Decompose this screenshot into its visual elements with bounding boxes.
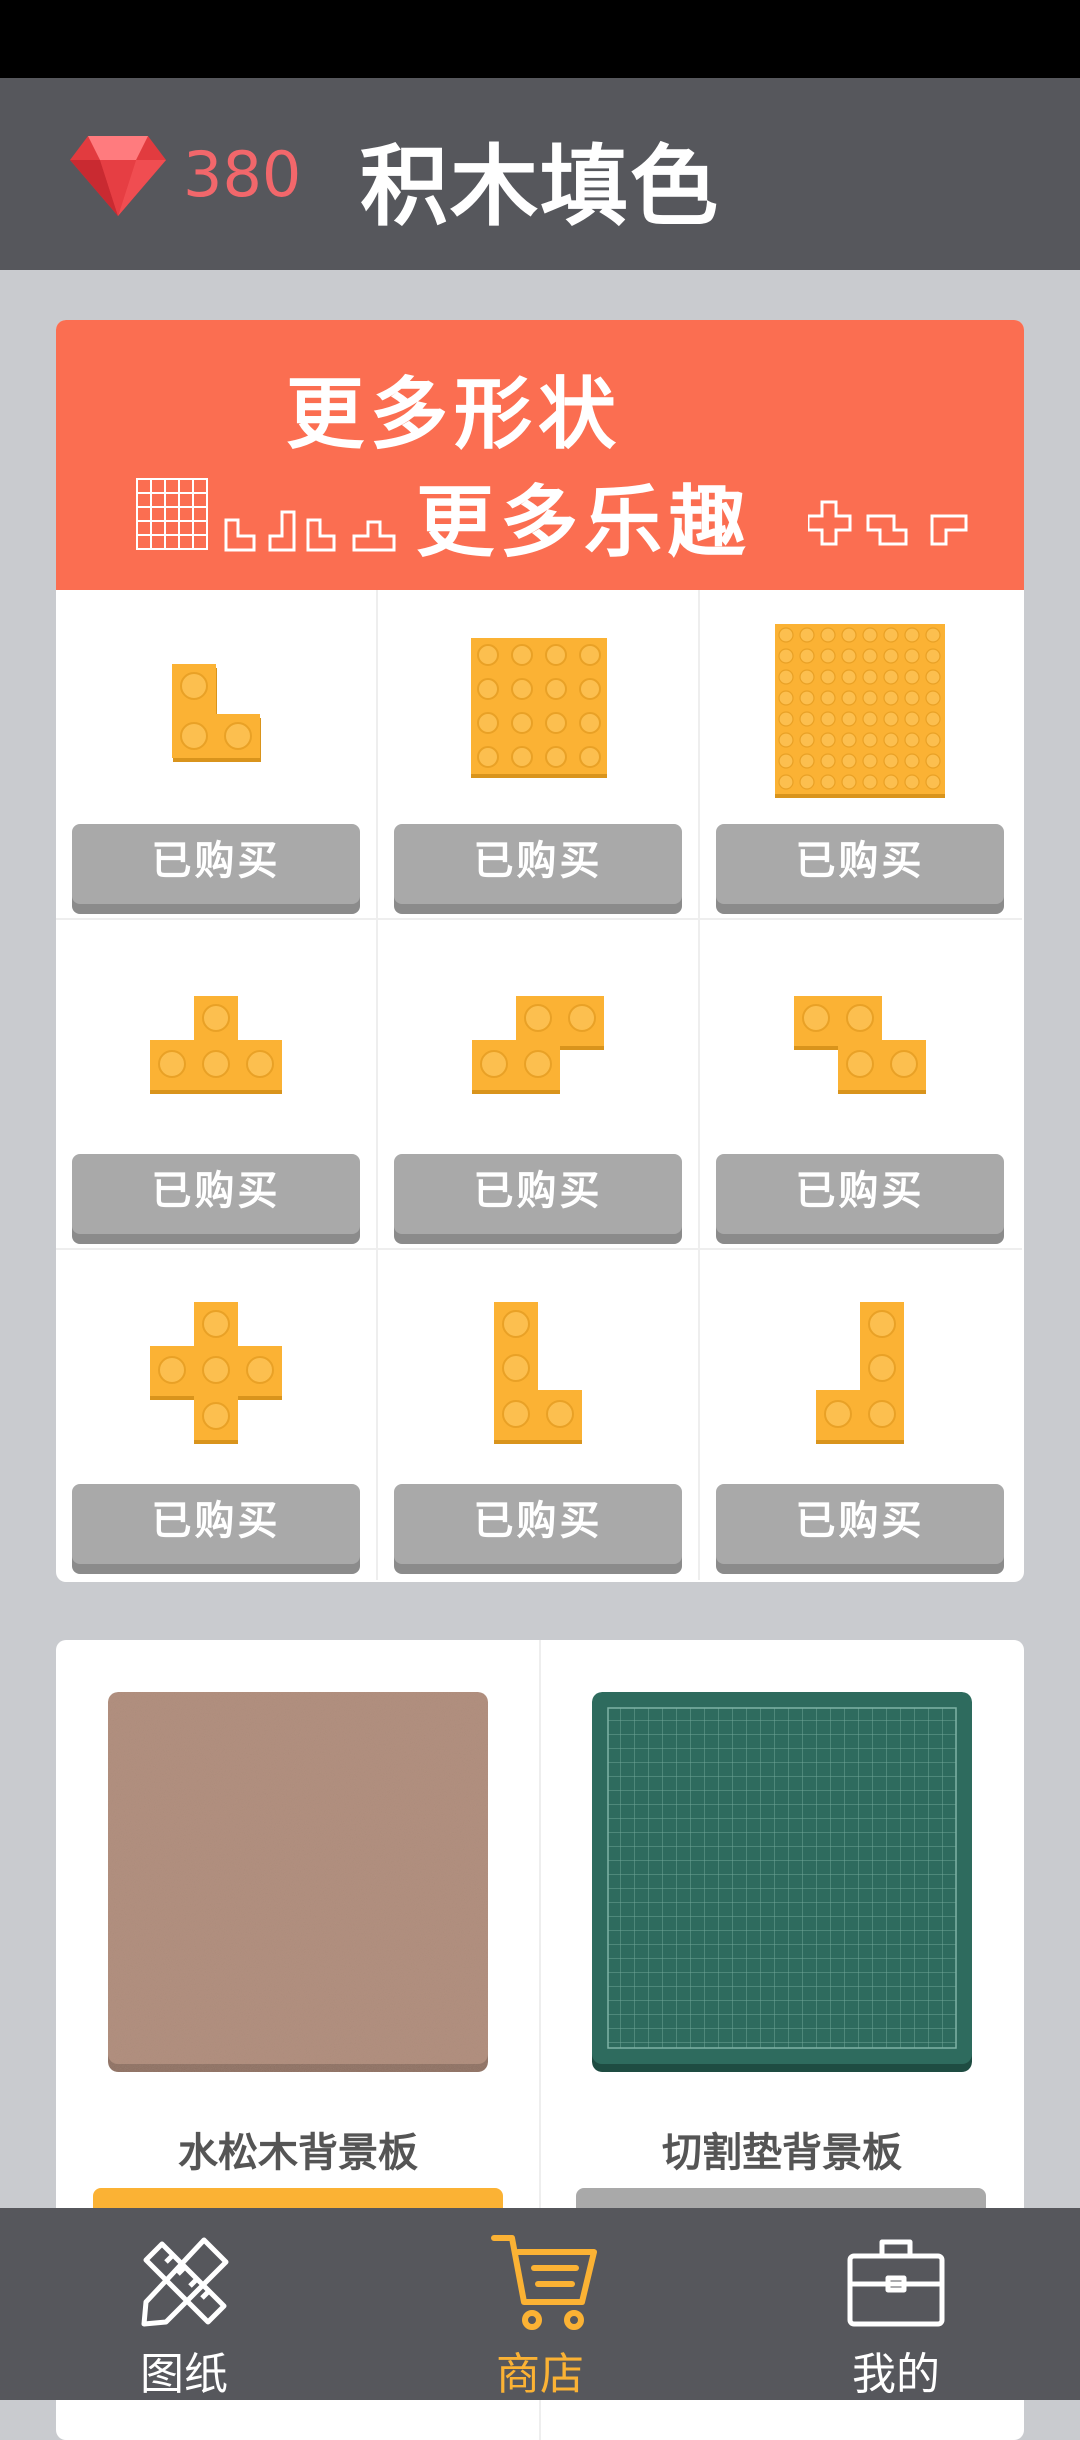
nav-item-blueprints[interactable]: 图纸 <box>84 2208 284 2400</box>
j-shape-brick-icon <box>816 1302 904 1444</box>
background-name: 切割垫背景板 <box>662 2130 902 2176</box>
shape-item-j-shape: 已购买 <box>700 1250 1022 1580</box>
shape-item-square-8x8: 已购买 <box>700 590 1022 920</box>
purchased-button[interactable]: 已购买 <box>72 1154 360 1234</box>
purchased-button[interactable]: 已购买 <box>394 1484 682 1564</box>
shape-item-l-shape: 已购买 <box>378 1250 700 1580</box>
banner-line-2: 更多乐趣 <box>416 478 753 568</box>
purchased-button[interactable]: 已购买 <box>72 824 360 904</box>
pencil-ruler-icon <box>141 2237 229 2327</box>
cutting-mat-thumbnail[interactable] <box>592 1692 972 2072</box>
gem-count: 380 <box>183 138 302 211</box>
tetromino-deco-left-icon <box>224 510 396 552</box>
shape-item-square-4x4: 已购买 <box>378 590 700 920</box>
square-4x4-brick-icon <box>471 638 607 778</box>
square-8x8-brick-icon <box>775 624 945 798</box>
small-l-brick-icon <box>172 664 261 762</box>
purchased-button[interactable]: 已购买 <box>716 824 1004 904</box>
purchased-button[interactable]: 已购买 <box>394 824 682 904</box>
l-shape-brick-icon <box>494 1302 582 1444</box>
t-shape-brick-icon <box>150 996 282 1094</box>
nav-label: 图纸 <box>140 2349 228 2400</box>
shape-item-t-shape: 已购买 <box>56 920 378 1250</box>
status-bar <box>0 0 1080 78</box>
ruby-gem-icon <box>70 136 166 216</box>
shape-item-small-l: 已购买 <box>56 590 378 920</box>
briefcase-icon <box>847 2239 945 2327</box>
purchased-button[interactable]: 已购买 <box>72 1484 360 1564</box>
app-title: 积木填色 <box>360 135 721 238</box>
purchased-button[interactable]: 已购买 <box>394 1154 682 1234</box>
shape-shop-card: 更多形状 更多乐趣 已购买 已购买 已购买 已购买 已购买 已购买 已购买 已购… <box>56 320 1024 1582</box>
shape-grid: 已购买 已购买 已购买 已购买 已购买 已购买 已购买 已购买 已购买 <box>56 590 1024 1582</box>
shapes-banner: 更多形状 更多乐趣 <box>56 320 1024 590</box>
purchased-button[interactable]: 已购买 <box>716 1484 1004 1564</box>
nav-item-mine[interactable]: 我的 <box>796 2208 996 2400</box>
shopping-cart-icon <box>491 2235 597 2330</box>
plus-shape-brick-icon <box>150 1302 282 1444</box>
z-shape-brick-icon <box>794 996 926 1094</box>
shape-item-plus-shape: 已购买 <box>56 1250 378 1580</box>
cork-board-thumbnail[interactable] <box>108 1692 488 2072</box>
s-shape-brick-icon <box>472 996 604 1094</box>
shape-item-s-shape: 已购买 <box>378 920 700 1250</box>
nav-label: 商店 <box>496 2349 584 2400</box>
bottom-nav: 图纸 商店 我的 <box>0 2208 1080 2400</box>
shape-item-z-shape: 已购买 <box>700 920 1022 1250</box>
header: 380 积木填色 <box>0 78 1080 270</box>
nav-item-shop[interactable]: 商店 <box>440 2208 640 2400</box>
banner-line-1: 更多形状 <box>286 370 623 460</box>
background-name: 水松木背景板 <box>178 2130 418 2176</box>
purchased-button[interactable]: 已购买 <box>716 1154 1004 1234</box>
nav-label: 我的 <box>852 2349 940 2400</box>
grid-deco-icon <box>136 478 208 550</box>
tetromino-deco-right-icon <box>808 500 968 546</box>
